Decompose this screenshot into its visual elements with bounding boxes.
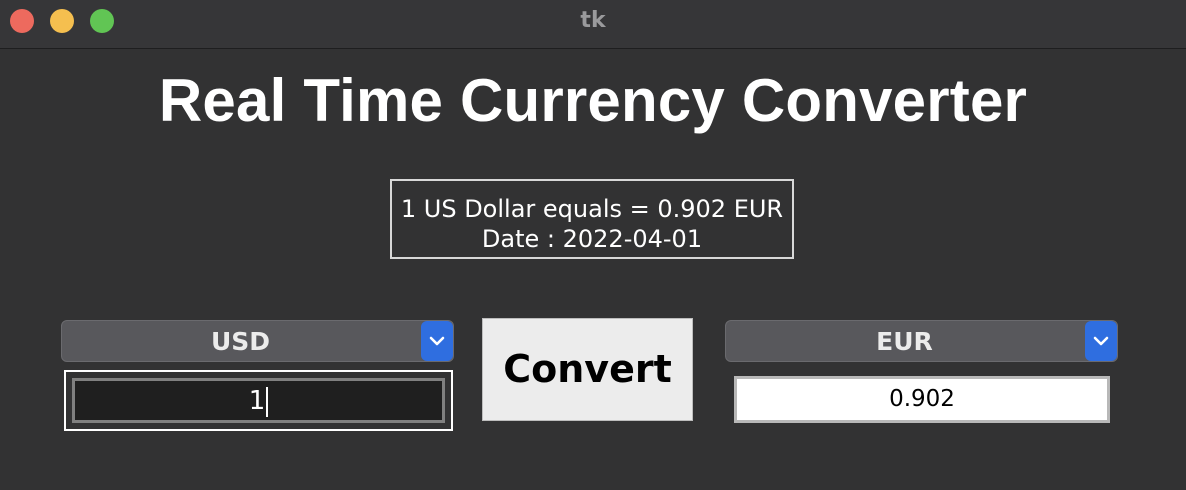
amount-input[interactable]: 1	[72, 378, 445, 423]
to-currency-value: EUR	[876, 327, 933, 356]
from-currency-value: USD	[210, 327, 271, 356]
window-title: tk	[580, 8, 606, 33]
converted-amount-field[interactable]: 0.902	[734, 376, 1110, 423]
convert-button[interactable]: Convert	[482, 318, 693, 421]
amount-input-focus-ring: 1	[64, 370, 453, 431]
to-currency-select[interactable]: EUR	[725, 320, 1118, 362]
text-cursor	[266, 386, 269, 417]
title-bar: tk	[0, 0, 1186, 49]
chevron-down-icon[interactable]	[421, 321, 453, 361]
from-currency-select[interactable]: USD	[61, 320, 454, 362]
page-title: Real Time Currency Converter	[158, 67, 1028, 134]
amount-input-value: 1	[248, 386, 266, 416]
app-window: tk Real Time Currency Converter 1 US Dol…	[0, 0, 1186, 490]
exchange-rate-box: 1 US Dollar equals = 0.902 EUR Date : 20…	[390, 179, 794, 259]
exchange-rate-text: 1 US Dollar equals = 0.902 EUR	[400, 195, 784, 223]
rate-date-text: Date : 2022-04-01	[481, 225, 703, 253]
chevron-down-icon[interactable]	[1085, 321, 1117, 361]
